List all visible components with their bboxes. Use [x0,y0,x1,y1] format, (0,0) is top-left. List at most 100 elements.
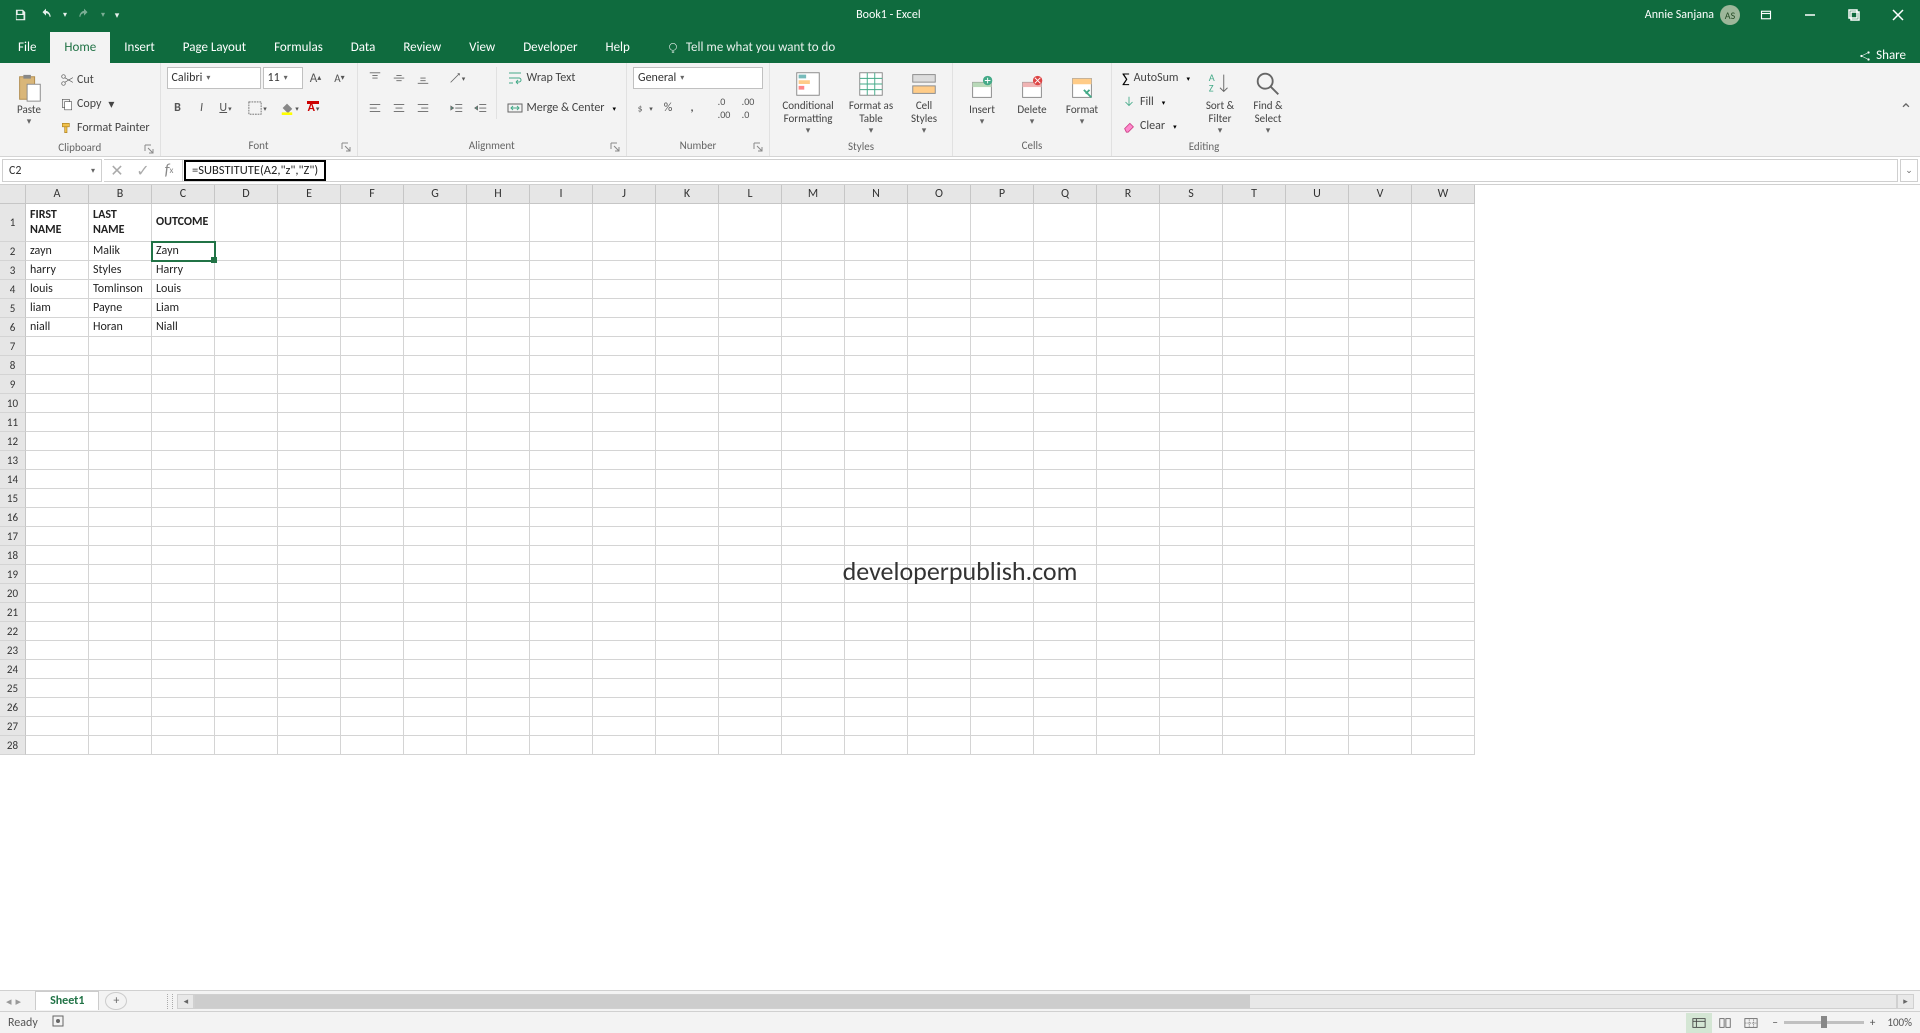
cell-S15[interactable] [1160,489,1223,508]
cell-O23[interactable] [908,641,971,660]
cell-V14[interactable] [1349,470,1412,489]
cell-J13[interactable] [593,451,656,470]
cell-W18[interactable] [1412,546,1475,565]
cell-O1[interactable] [908,204,971,242]
cell-D23[interactable] [215,641,278,660]
cell-W28[interactable] [1412,736,1475,755]
cell-E19[interactable] [278,565,341,584]
cell-N27[interactable] [845,717,908,736]
cell-Q15[interactable] [1034,489,1097,508]
cell-C20[interactable] [152,584,215,603]
cell-M23[interactable] [782,641,845,660]
cell-R8[interactable] [1097,356,1160,375]
orientation-icon[interactable]: ▾ [446,67,468,89]
cell-O6[interactable] [908,318,971,337]
cell-R18[interactable] [1097,546,1160,565]
cell-I21[interactable] [530,603,593,622]
cell-K22[interactable] [656,622,719,641]
cell-M13[interactable] [782,451,845,470]
cell-M3[interactable] [782,261,845,280]
cell-D7[interactable] [215,337,278,356]
cell-C4[interactable]: Louis [152,280,215,299]
cell-I18[interactable] [530,546,593,565]
tab-split-handle[interactable] [167,994,173,1009]
cell-D28[interactable] [215,736,278,755]
cell-R9[interactable] [1097,375,1160,394]
cell-S19[interactable] [1160,565,1223,584]
wrap-text-button[interactable]: Wrap Text [503,67,621,89]
scroll-thumb[interactable] [195,995,1249,1008]
cell-N22[interactable] [845,622,908,641]
cell-S18[interactable] [1160,546,1223,565]
cell-V4[interactable] [1349,280,1412,299]
tab-formulas[interactable]: Formulas [260,32,337,63]
cell-H8[interactable] [467,356,530,375]
cell-G22[interactable] [404,622,467,641]
cell-B3[interactable]: Styles [89,261,152,280]
cell-W9[interactable] [1412,375,1475,394]
cell-Q4[interactable] [1034,280,1097,299]
cell-N12[interactable] [845,432,908,451]
cell-B28[interactable] [89,736,152,755]
cell-W16[interactable] [1412,508,1475,527]
row-header-17[interactable]: 17 [0,527,26,546]
minimize-button[interactable] [1788,0,1832,30]
cell-A22[interactable] [26,622,89,641]
cell-T25[interactable] [1223,679,1286,698]
cell-F23[interactable] [341,641,404,660]
row-header-11[interactable]: 11 [0,413,26,432]
cell-V11[interactable] [1349,413,1412,432]
cell-L16[interactable] [719,508,782,527]
cell-H11[interactable] [467,413,530,432]
cell-R27[interactable] [1097,717,1160,736]
row-header-14[interactable]: 14 [0,470,26,489]
cell-F15[interactable] [341,489,404,508]
row-header-24[interactable]: 24 [0,660,26,679]
cell-P24[interactable] [971,660,1034,679]
cell-C22[interactable] [152,622,215,641]
cell-C7[interactable] [152,337,215,356]
cell-U13[interactable] [1286,451,1349,470]
cell-T16[interactable] [1223,508,1286,527]
cell-K21[interactable] [656,603,719,622]
cell-R13[interactable] [1097,451,1160,470]
cell-H14[interactable] [467,470,530,489]
cell-T22[interactable] [1223,622,1286,641]
cell-Q21[interactable] [1034,603,1097,622]
cell-O11[interactable] [908,413,971,432]
cell-J1[interactable] [593,204,656,242]
cell-S21[interactable] [1160,603,1223,622]
cell-F1[interactable] [341,204,404,242]
row-header-9[interactable]: 9 [0,375,26,394]
cell-L28[interactable] [719,736,782,755]
cell-R3[interactable] [1097,261,1160,280]
cell-I19[interactable] [530,565,593,584]
cell-P20[interactable] [971,584,1034,603]
cell-P2[interactable] [971,242,1034,261]
cell-N10[interactable] [845,394,908,413]
cell-C18[interactable] [152,546,215,565]
cell-V12[interactable] [1349,432,1412,451]
cell-I23[interactable] [530,641,593,660]
cell-G4[interactable] [404,280,467,299]
cell-L14[interactable] [719,470,782,489]
cell-F22[interactable] [341,622,404,641]
cell-B9[interactable] [89,375,152,394]
scroll-left-icon[interactable]: ◂ [177,994,194,1009]
cell-A24[interactable] [26,660,89,679]
cell-L17[interactable] [719,527,782,546]
row-header-23[interactable]: 23 [0,641,26,660]
tell-me-search[interactable]: Tell me what you want to do [652,32,849,63]
cell-C19[interactable] [152,565,215,584]
cell-G15[interactable] [404,489,467,508]
cell-Q27[interactable] [1034,717,1097,736]
cell-Q20[interactable] [1034,584,1097,603]
cell-B13[interactable] [89,451,152,470]
column-header-I[interactable]: I [530,185,593,204]
cell-Q23[interactable] [1034,641,1097,660]
cell-A16[interactable] [26,508,89,527]
cell-I20[interactable] [530,584,593,603]
cell-E16[interactable] [278,508,341,527]
cell-G28[interactable] [404,736,467,755]
row-header-20[interactable]: 20 [0,584,26,603]
